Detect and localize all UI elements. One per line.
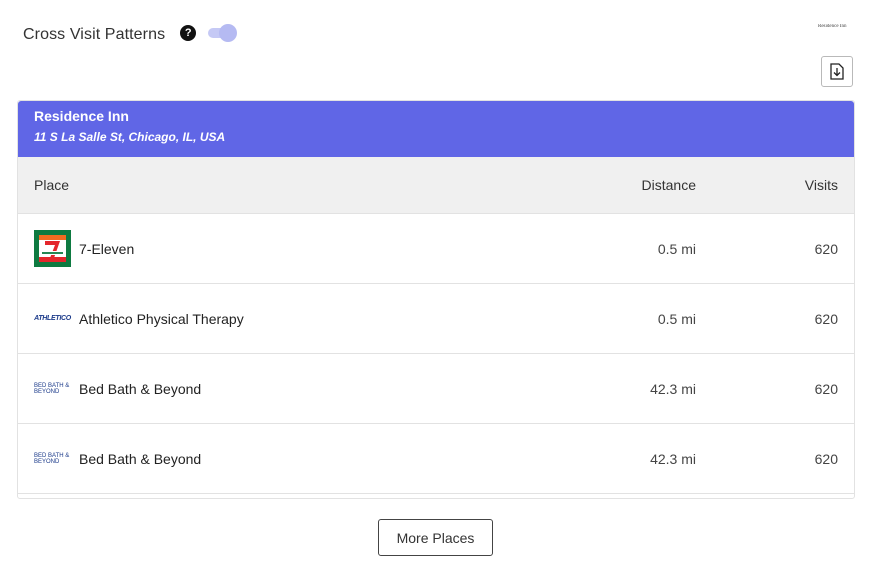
- download-button[interactable]: [821, 56, 853, 87]
- place-name: Bed Bath & Beyond: [79, 380, 202, 397]
- section-title: Cross Visit Patterns: [23, 26, 166, 43]
- toggle-thumb: [219, 24, 238, 42]
- download-icon: [830, 63, 844, 80]
- table-row[interactable]: BED BATH & BEYOND Bed Bath & Beyond 42.3…: [18, 354, 854, 424]
- selected-place-name: Residence Inn: [34, 108, 129, 124]
- place-visits: 620: [814, 240, 838, 257]
- table-row[interactable]: 7-Eleven 0.5 mi 620: [18, 214, 854, 284]
- place-name: Bed Bath & Beyond: [79, 450, 202, 467]
- column-visits: Visits: [804, 177, 838, 193]
- place-distance: 42.3 mi: [650, 450, 696, 467]
- brand-logo: Residence Inn: [818, 24, 847, 29]
- cross-visit-card: Residence Inn 11 S La Salle St, Chicago,…: [17, 100, 855, 499]
- place-name: Athletico Physical Therapy: [79, 310, 244, 327]
- place-distance: 0.5 mi: [657, 310, 696, 327]
- table-row[interactable]: BED BATH & BEYOND Bed Bath & Beyond 42.3…: [18, 424, 854, 494]
- seven-eleven-logo: [34, 230, 71, 267]
- place-distance: 42.3 mi: [650, 380, 696, 397]
- cross-visit-toggle[interactable]: [207, 24, 238, 42]
- column-distance: Distance: [641, 177, 696, 193]
- bed-bath-beyond-logo: BED BATH & BEYOND: [34, 452, 70, 465]
- place-visits: 620: [814, 450, 838, 467]
- table-row[interactable]: ATHLETICO Athletico Physical Therapy 0.5…: [18, 284, 854, 354]
- place-distance: 0.5 mi: [657, 240, 696, 257]
- bed-bath-beyond-logo: BED BATH & BEYOND: [34, 382, 70, 395]
- place-name: 7-Eleven: [79, 240, 135, 257]
- selected-place-header: Residence Inn 11 S La Salle St, Chicago,…: [18, 101, 854, 157]
- athletico-logo: ATHLETICO: [34, 315, 71, 322]
- place-visits: 620: [814, 310, 838, 327]
- section-header: Cross Visit Patterns ?: [23, 24, 238, 44]
- place-visits: 620: [814, 380, 838, 397]
- more-places-button[interactable]: More Places: [378, 519, 493, 556]
- selected-place-address: 11 S La Salle St, Chicago, IL, USA: [34, 130, 226, 144]
- column-place: Place: [34, 177, 70, 193]
- table-header: Place Distance Visits: [18, 157, 854, 214]
- help-icon[interactable]: ?: [180, 25, 197, 41]
